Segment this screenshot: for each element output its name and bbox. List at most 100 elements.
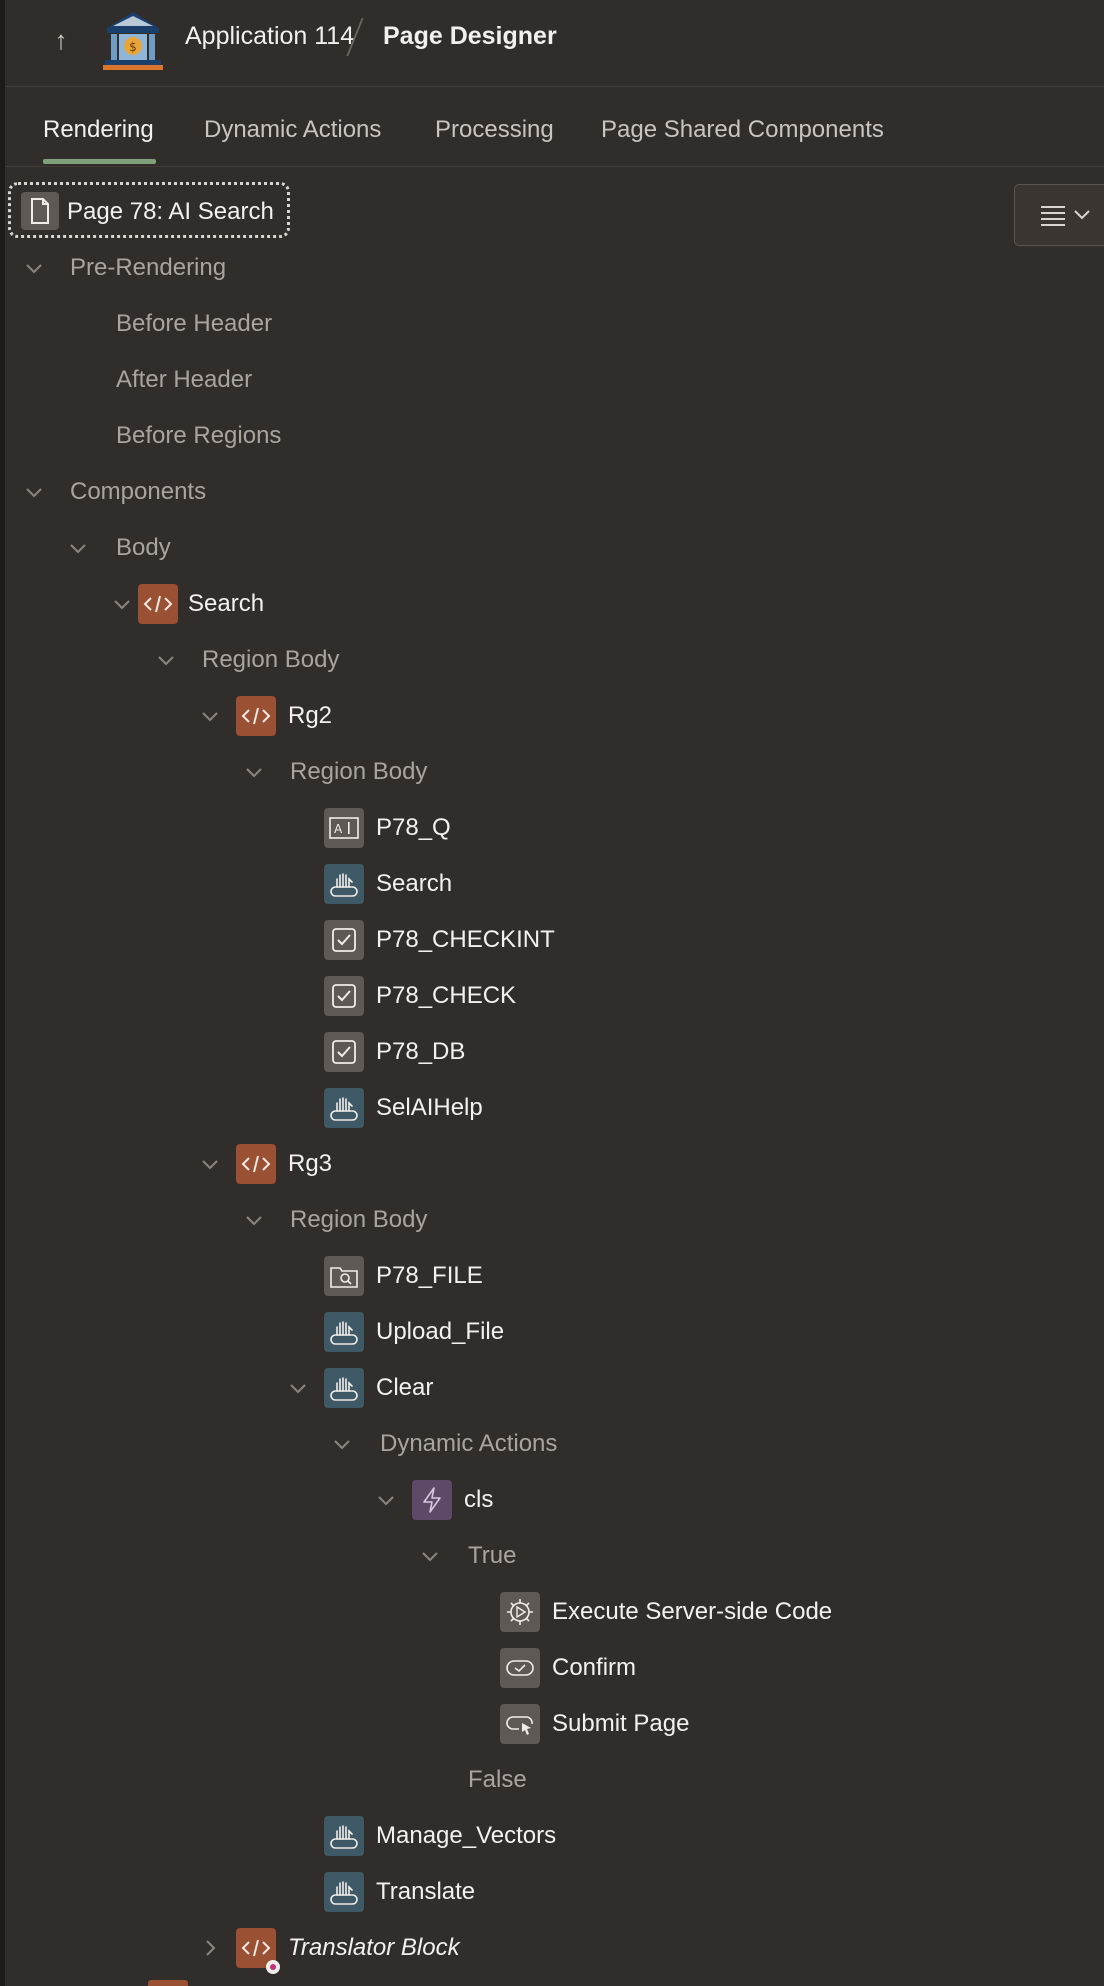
submit-icon [500,1704,540,1744]
button-hand-icon [324,1312,364,1352]
tab-rendering[interactable]: Rendering [43,116,154,144]
tree-node-p78-file[interactable]: P78_FILE [324,1254,483,1298]
button-hand-icon [324,1872,364,1912]
confirm-icon [500,1648,540,1688]
tab-page-shared-components[interactable]: Page Shared Components [601,116,884,144]
tree-node-dynamic-actions[interactable]: Dynamic Actions [330,1422,557,1466]
tree-node-upload-file[interactable]: Upload_File [324,1310,504,1354]
checkbox-icon [324,1032,364,1072]
tree-node-submit-page[interactable]: Submit Page [500,1702,689,1746]
tree-node-before-header[interactable]: Before Header [116,302,272,346]
tree-node-rg2-region-body[interactable]: Region Body [242,750,427,794]
tree-label: P78_FILE [376,1262,483,1289]
tree-label: True [468,1542,517,1569]
tree-label: Clear [376,1374,434,1401]
tree-node-selaihelp[interactable]: SelAIHelp [324,1086,483,1130]
chevron-down-icon[interactable] [66,536,90,560]
tree-label: Execute Server-side Code [552,1598,833,1625]
tree-label: SelAIHelp [376,1094,483,1121]
tree-node-components[interactable]: Components [22,470,206,514]
tree-node-translate[interactable]: Translate [324,1870,475,1914]
tab-dynamic-actions[interactable]: Dynamic Actions [204,116,381,144]
button-hand-icon [324,864,364,904]
tree-node-clear[interactable]: Clear [286,1366,433,1410]
breadcrumb-application[interactable]: Application 114 [185,22,354,51]
chevron-right-icon[interactable] [198,1936,222,1960]
tree-node-rg3[interactable]: Rg3 [198,1142,332,1186]
tree-label: Region Body [290,758,428,785]
tree-label: Upload_File [376,1318,505,1345]
chevron-down-icon[interactable] [198,1152,222,1176]
checkbox-icon [324,920,364,960]
tree-node-confirm[interactable]: Confirm [500,1646,636,1690]
svg-text:$: $ [129,40,137,54]
chevron-down-icon[interactable] [242,760,266,784]
tree-label: P78_Q [376,814,451,841]
button-hand-icon [324,1816,364,1856]
code-region-icon [236,696,276,736]
gear-play-icon [500,1592,540,1632]
tree-label: Search [188,590,265,617]
text-field-icon: A [324,808,364,848]
tree-node-p78-db[interactable]: P78_DB [324,1030,465,1074]
tree-node-search-region[interactable]: Search [110,582,264,626]
header-bar: ↑ $ Application 114 Page Designer [5,0,1104,87]
tree-label: Components [70,478,207,505]
tree-node-p78-q[interactable]: A P78_Q [324,806,451,850]
tree-node-cls[interactable]: cls [374,1478,493,1522]
checkbox-icon [324,976,364,1016]
tree-node-search-button[interactable]: Search [324,862,452,906]
chevron-down-icon[interactable] [330,1432,354,1456]
tree-menu-button[interactable] [1014,184,1104,246]
chevron-down-icon[interactable] [198,704,222,728]
tree-node-after-header[interactable]: After Header [116,358,252,402]
file-browse-icon [324,1256,364,1296]
svg-text:A: A [334,822,343,836]
chevron-down-icon[interactable] [286,1376,310,1400]
tree-label: Rg2 [288,702,333,729]
tree-node-pre-rendering[interactable]: Pre-Rendering [22,246,226,290]
tree-node-true[interactable]: True [418,1534,516,1578]
tree-label: P78_CHECKINT [376,926,555,953]
tree-label: False [468,1766,527,1793]
chevron-down-icon[interactable] [242,1208,266,1232]
tree-node-search-region-body[interactable]: Region Body [154,638,339,682]
tree-label: cls [464,1486,494,1513]
tree-node-rg2[interactable]: Rg2 [198,694,332,738]
tree-label: Translator Block [288,1934,460,1961]
tree-node-execute-server-side-code[interactable]: Execute Server-side Code [500,1590,832,1634]
tab-processing[interactable]: Processing [435,116,554,144]
tree-node-p78-checkint[interactable]: P78_CHECKINT [324,918,555,962]
tree-label: P78_DB [376,1038,466,1065]
tree-node-before-regions[interactable]: Before Regions [116,414,281,458]
code-region-icon [236,1928,280,1974]
page-node[interactable]: Page 78: AI Search [8,182,290,238]
chevron-down-icon[interactable] [110,592,134,616]
tree-node-false[interactable]: False [468,1758,527,1802]
chevron-down-icon[interactable] [418,1544,442,1568]
tree-label: Before Header [116,310,273,337]
tree-node-manage-vectors[interactable]: Manage_Vectors [324,1814,556,1858]
tree-label: Before Regions [116,422,282,449]
tree-label: Manage_Vectors [376,1822,557,1849]
tree-label: Body [116,534,171,561]
hamburger-icon [1041,206,1090,226]
tree-node-rg3-region-body[interactable]: Region Body [242,1198,427,1242]
tree-label: Rg3 [288,1150,333,1177]
code-region-icon [236,1144,276,1184]
chevron-down-icon[interactable] [374,1488,398,1512]
page-title: Page Designer [383,22,557,50]
tree-node-p78-check[interactable]: P78_CHECK [324,974,516,1018]
left-edge [0,0,5,1986]
page-node-label: Page 78: AI Search [67,198,274,225]
tree-node-translator-block[interactable]: Translator Block [198,1926,460,1974]
chevron-down-icon[interactable] [154,648,178,672]
up-arrow-icon[interactable]: ↑ [47,22,75,58]
tree-node-body[interactable]: Body [66,526,171,570]
active-tab-indicator [43,159,156,164]
tree-label: Pre-Rendering [70,254,227,281]
tree-label: Dynamic Actions [380,1430,558,1457]
chevron-down-icon[interactable] [22,480,46,504]
chevron-down-icon[interactable] [22,256,46,280]
tree-label: P78_CHECK [376,982,517,1009]
